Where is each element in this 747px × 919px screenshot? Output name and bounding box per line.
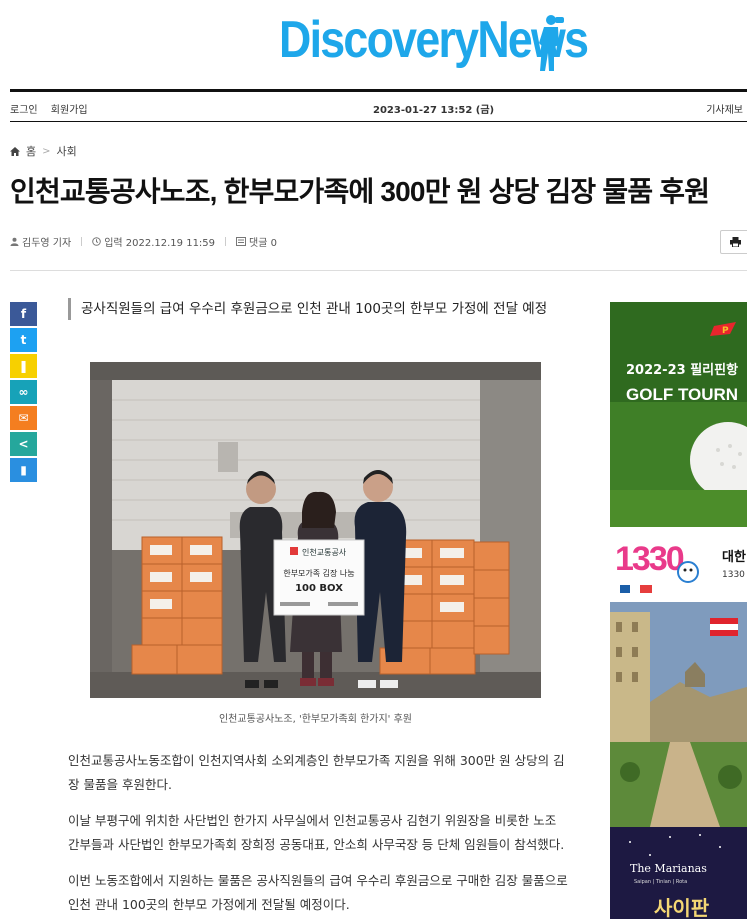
- ad-banner-austria[interactable]: [610, 602, 747, 827]
- email-share-button[interactable]: ✉: [10, 406, 37, 430]
- divider: [10, 270, 747, 271]
- photo-sign-org: 인천교통공사: [302, 547, 347, 557]
- current-date: 2023-01-27 13:52 (금): [373, 105, 495, 116]
- breadcrumb-home[interactable]: 홈: [26, 143, 36, 159]
- photo-sign-line2: 100 BOX: [295, 583, 343, 594]
- kakaostory-share-button[interactable]: ❚: [10, 354, 37, 378]
- article-meta: 김두영 기자 입력 2022.12.19 11:59 댓글 0: [10, 234, 277, 249]
- signup-link[interactable]: 회원가입: [51, 105, 88, 116]
- login-link[interactable]: 로그인: [10, 105, 38, 116]
- social-share-bar: f t ❚ ∞ ✉ < ▮: [10, 302, 37, 484]
- chevron-right-icon: >: [42, 145, 51, 157]
- photo-caption: 인천교통공사노조, '한부모가족회 한가지' 후원: [218, 714, 412, 725]
- article-photo[interactable]: 인천교통공사 한부모가족 김장 나눔 100 BOX: [90, 362, 541, 698]
- golf-logo: P: [722, 326, 729, 336]
- email-icon: ✉: [18, 411, 29, 425]
- tour-title: 대한: [722, 549, 746, 565]
- share-share-button[interactable]: <: [10, 432, 37, 456]
- share-icon: <: [18, 437, 29, 451]
- bookmark-icon: ▮: [20, 463, 27, 477]
- print-icon: [729, 237, 741, 247]
- breadcrumb: 홈 > 사회: [10, 143, 77, 159]
- tour-sub: 1330: [722, 570, 745, 580]
- ad-banner-golf[interactable]: P 2022-23 필리핀항 GOLF TOURN: [610, 302, 747, 527]
- golf-ad-line1: 2022-23 필리핀항: [626, 362, 738, 378]
- facebook-share-button[interactable]: f: [10, 302, 37, 326]
- print-button[interactable]: [720, 230, 747, 254]
- twitter-icon: t: [20, 333, 27, 347]
- photo-sign-line1: 한부모가족 김장 나눔: [283, 568, 354, 578]
- logo-explorer-icon: [539, 15, 564, 71]
- link-icon: ∞: [18, 385, 29, 399]
- submit-article-link[interactable]: 기사제보: [706, 101, 743, 116]
- article-paragraph: 인천교통공사노동조합이 인천지역사회 소외계층인 한부모가족 지원을 위해 30…: [68, 753, 565, 792]
- twitter-share-button[interactable]: t: [10, 328, 37, 352]
- kakaostory-icon: ❚: [18, 359, 29, 373]
- published-date: 입력 2022.12.19 11:59: [104, 238, 216, 249]
- author[interactable]: 김두영 기자: [22, 234, 71, 249]
- marianas-korean: 사이판: [654, 896, 710, 919]
- article-headline: 인천교통공사노조, 한부모가족에 300만 원 상당 김장 물품 후원: [10, 176, 710, 207]
- tour-number: 1330: [615, 540, 684, 578]
- top-bar: 로그인 회원가입 2023-01-27 13:52 (금) 기사제보: [10, 89, 747, 122]
- comment-icon: [236, 237, 247, 246]
- marianas-sub: Saipan | Tinian | Rota: [634, 879, 687, 885]
- user-icon: [10, 237, 19, 246]
- golf-ad-line2: GOLF TOURN: [626, 385, 738, 404]
- facebook-icon: f: [20, 307, 27, 321]
- bookmark-share-button[interactable]: ▮: [10, 458, 37, 482]
- ad-banner-tour-1330[interactable]: 1330 대한 1330: [610, 527, 747, 602]
- article-subtitle: 공사직원들의 급여 우수리 후원금으로 인천 관내 100곳의 한부모 가정에 …: [68, 298, 568, 320]
- link-share-button[interactable]: ∞: [10, 380, 37, 404]
- photo-illustration: 인천교통공사 한부모가족 김장 나눔 100 BOX: [90, 362, 541, 698]
- article-paragraph: 이번 노동조합에서 지원하는 물품은 공사직원들의 급여 우수리 후원금으로 구…: [68, 873, 568, 912]
- article-paragraph: 이날 부평구에 위치한 사단법인 한가지 사무실에서 인천교통공사 김현기 위원…: [68, 813, 565, 852]
- breadcrumb-section[interactable]: 사회: [57, 143, 77, 159]
- marianas-title: The Marianas: [630, 862, 707, 875]
- site-logo[interactable]: DiscoveryNews: [0, 8, 747, 78]
- divider: [81, 237, 83, 246]
- divider: [225, 237, 227, 246]
- ad-banner-marianas[interactable]: The Marianas Saipan | Tinian | Rota 사이판: [610, 827, 747, 919]
- clock-icon: [92, 237, 101, 246]
- comment-count[interactable]: 댓글 0: [249, 234, 277, 249]
- home-icon[interactable]: [10, 146, 20, 156]
